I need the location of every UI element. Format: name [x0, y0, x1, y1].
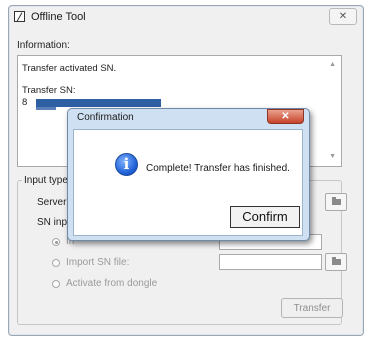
info-line: 8 — [22, 97, 28, 108]
import-sn-file-radio[interactable] — [52, 259, 60, 267]
dialog-body: i Complete! Transfer has finished. Confi… — [73, 129, 303, 236]
sn-file-path-field[interactable] — [219, 254, 322, 270]
manual-input-radio[interactable] — [52, 238, 60, 246]
window-title: Offline Tool — [31, 11, 86, 23]
information-label: Information: — [17, 40, 70, 51]
title-bar: Offline Tool ✕ — [9, 6, 363, 28]
app-icon — [14, 11, 25, 22]
transfer-button[interactable]: Transfer — [281, 298, 343, 318]
dialog-close-button[interactable]: ✕ — [267, 109, 304, 124]
activate-from-dongle-radio[interactable] — [52, 280, 60, 288]
server-browse-button[interactable] — [325, 193, 347, 211]
folder-icon — [332, 257, 341, 265]
sn-file-browse-button[interactable] — [325, 253, 347, 271]
dialog-title: Confirmation — [77, 112, 134, 123]
confirmation-dialog: Confirmation ✕ i Complete! Transfer has … — [67, 108, 310, 241]
input-type-legend: Input type — [22, 175, 70, 186]
scroll-up-arrow-icon[interactable]: ▲ — [329, 61, 336, 68]
window-close-button[interactable]: ✕ — [329, 8, 357, 25]
folder-icon — [332, 197, 341, 205]
confirm-button[interactable]: Confirm — [230, 206, 300, 228]
activate-from-dongle-label: Activate from dongle — [66, 278, 158, 289]
info-line: Transfer SN: — [22, 85, 76, 96]
dialog-message: Complete! Transfer has finished. — [146, 163, 290, 174]
info-line: Transfer activated SN. — [22, 63, 117, 74]
redacted-serial-number-underline — [36, 107, 56, 110]
redacted-serial-number — [36, 99, 161, 107]
import-sn-file-label: Import SN file: — [66, 257, 130, 268]
info-icon: i — [115, 153, 138, 176]
scroll-down-arrow-icon[interactable]: ▼ — [329, 153, 336, 160]
